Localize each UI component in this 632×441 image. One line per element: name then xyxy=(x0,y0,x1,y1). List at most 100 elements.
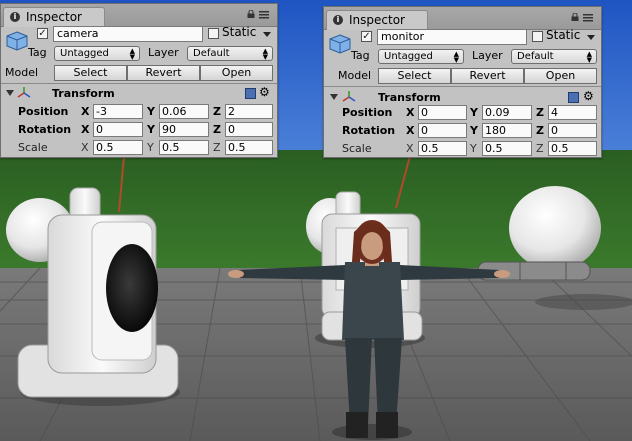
info-icon: i xyxy=(333,15,343,25)
x-axis-label: X xyxy=(81,105,90,118)
scale-x-field[interactable]: 0.5 xyxy=(93,140,143,155)
updown-arrows-icon: ▲ ▼ xyxy=(453,50,459,64)
component-title: Transform xyxy=(52,87,115,100)
model-revert-button[interactable]: Revert xyxy=(451,68,524,84)
x-axis-label: X xyxy=(81,123,90,136)
object-name-field[interactable]: camera xyxy=(53,26,203,42)
tag-label: Tag xyxy=(28,46,47,59)
cube-icon xyxy=(6,31,28,51)
z-axis-label: Z xyxy=(213,123,221,136)
scale-x-field[interactable]: 0.5 xyxy=(418,141,467,156)
y-axis-label: Y xyxy=(470,106,478,119)
layer-label: Layer xyxy=(148,46,179,59)
separator xyxy=(324,86,601,87)
static-dropdown-icon[interactable] xyxy=(263,32,271,37)
model-open-button[interactable]: Open xyxy=(200,65,273,81)
scale-label: Scale xyxy=(18,141,48,154)
help-book-icon[interactable] xyxy=(568,92,579,103)
component-title: Transform xyxy=(378,91,441,104)
tab-inspector[interactable]: i Inspector xyxy=(3,7,105,27)
rotation-x-field[interactable]: 0 xyxy=(418,123,467,138)
axis-gizmo-icon xyxy=(17,87,31,98)
y-axis-label: Y xyxy=(147,123,155,136)
tab-label: Inspector xyxy=(26,10,82,24)
model-revert-button[interactable]: Revert xyxy=(127,65,200,81)
model-open-button[interactable]: Open xyxy=(524,68,597,84)
position-y-field[interactable]: 0.06 xyxy=(159,104,209,119)
x-axis-label: X xyxy=(406,124,415,137)
updown-arrows-icon: ▲ ▼ xyxy=(262,47,268,61)
rotation-y-field[interactable]: 180 xyxy=(482,123,532,138)
position-y-field[interactable]: 0.09 xyxy=(482,105,532,120)
tab-label: Inspector xyxy=(349,13,405,27)
lock-icon[interactable] xyxy=(571,13,579,21)
rotation-y-field[interactable]: 90 xyxy=(159,122,209,137)
layer-value: Default xyxy=(517,51,554,62)
static-dropdown-icon[interactable] xyxy=(587,35,595,40)
z-axis-label: Z xyxy=(536,142,544,155)
updown-arrows-icon: ▲ ▼ xyxy=(129,47,135,61)
layer-dropdown[interactable]: Default ▲ ▼ xyxy=(187,46,273,61)
static-label: Static xyxy=(222,25,257,39)
position-z-field[interactable]: 4 xyxy=(548,105,597,120)
gear-icon[interactable]: ⚙ xyxy=(259,86,270,98)
tag-value: Untagged xyxy=(60,48,109,59)
menu-icon[interactable] xyxy=(583,14,593,22)
axis-gizmo-icon xyxy=(342,91,356,102)
static-checkbox[interactable] xyxy=(532,31,543,42)
model-label: Model xyxy=(338,69,372,82)
info-icon: i xyxy=(10,12,20,22)
tag-dropdown[interactable]: Untagged ▲ ▼ xyxy=(378,49,464,64)
separator xyxy=(1,83,277,84)
y-axis-label: Y xyxy=(470,142,477,155)
scale-y-field[interactable]: 0.5 xyxy=(159,140,209,155)
help-book-icon[interactable] xyxy=(245,88,256,99)
scale-label: Scale xyxy=(342,142,372,155)
rotation-z-field[interactable]: 0 xyxy=(225,122,273,137)
position-x-field[interactable]: -3 xyxy=(93,104,143,119)
z-axis-label: Z xyxy=(536,106,544,119)
tab-bar: i Inspector xyxy=(1,4,277,27)
x-axis-label: X xyxy=(406,106,415,119)
tag-value: Untagged xyxy=(384,51,433,62)
gear-icon[interactable]: ⚙ xyxy=(583,90,594,102)
scale-z-field[interactable]: 0.5 xyxy=(225,140,273,155)
menu-icon[interactable] xyxy=(259,11,269,19)
y-axis-label: Y xyxy=(147,141,154,154)
position-x-field[interactable]: 0 xyxy=(418,105,467,120)
rotation-x-field[interactable]: 0 xyxy=(93,122,143,137)
static-checkbox[interactable] xyxy=(208,28,219,39)
inspector-panel-monitor: i Inspector ✓ monitor Static Tag Untagge… xyxy=(323,6,602,158)
scale-z-field[interactable]: 0.5 xyxy=(548,141,597,156)
inspector-panel-camera: i Inspector ✓ camera Static Tag Untagged… xyxy=(0,3,278,158)
tab-inspector[interactable]: i Inspector xyxy=(326,10,428,30)
position-label: Position xyxy=(342,106,393,119)
model-select-button[interactable]: Select xyxy=(378,68,451,84)
y-axis-label: Y xyxy=(470,124,478,137)
scale-y-field[interactable]: 0.5 xyxy=(482,141,532,156)
z-axis-label: Z xyxy=(213,105,221,118)
position-z-field[interactable]: 2 xyxy=(225,104,273,119)
cube-icon xyxy=(329,34,351,54)
rotation-label: Rotation xyxy=(342,124,396,137)
tag-dropdown[interactable]: Untagged ▲ ▼ xyxy=(54,46,140,61)
model-select-button[interactable]: Select xyxy=(54,65,127,81)
foldout-arrow-icon[interactable] xyxy=(6,90,14,96)
tag-label: Tag xyxy=(351,49,370,62)
active-checkbox[interactable]: ✓ xyxy=(37,28,48,39)
model-label: Model xyxy=(5,66,39,79)
foldout-arrow-icon[interactable] xyxy=(330,94,338,100)
x-axis-label: X xyxy=(81,141,89,154)
layer-dropdown[interactable]: Default ▲ ▼ xyxy=(511,49,597,64)
lock-icon[interactable] xyxy=(247,10,255,18)
static-label: Static xyxy=(546,28,581,42)
layer-value: Default xyxy=(193,48,230,59)
position-label: Position xyxy=(18,105,69,118)
tab-bar: i Inspector xyxy=(324,7,601,30)
rotation-z-field[interactable]: 0 xyxy=(548,123,597,138)
updown-arrows-icon: ▲ ▼ xyxy=(586,50,592,64)
y-axis-label: Y xyxy=(147,105,155,118)
x-axis-label: X xyxy=(406,142,414,155)
active-checkbox[interactable]: ✓ xyxy=(361,31,372,42)
object-name-field[interactable]: monitor xyxy=(377,29,527,45)
